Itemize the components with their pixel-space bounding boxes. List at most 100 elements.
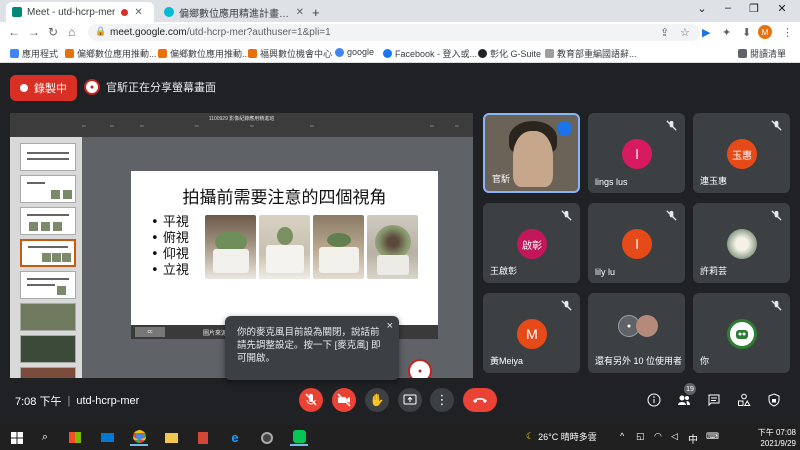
ppt-ribbon-button: ▭ — [455, 123, 459, 128]
slide-thumbnail — [20, 143, 76, 171]
browser-tab-strip: Meet - utd-hcrp-mer ✕ 偏鄉數位應用精進計畫-學習中心 ✕ … — [0, 0, 800, 22]
more-options-button[interactable]: ⋮ — [430, 388, 454, 412]
extensions-icon[interactable]: ✦ — [722, 26, 731, 39]
forward-icon[interactable]: → — [28, 25, 40, 39]
new-tab-button[interactable]: + — [312, 2, 328, 22]
search-icon[interactable]: ⌕ — [36, 429, 54, 446]
others-tile[interactable]: ● 還有另外 10 位使用者 — [588, 293, 685, 373]
camera-off-icon — [337, 393, 351, 407]
meeting-info: 7:08 下午 | utd-hcrp-mer — [15, 393, 139, 409]
apps-grid-icon — [10, 49, 19, 58]
app-icon[interactable] — [258, 429, 276, 446]
bookmark-item[interactable]: 福興數位機會中心 — [248, 47, 332, 60]
mic-toggle-button[interactable] — [299, 388, 323, 412]
chrome-icon[interactable] — [130, 429, 148, 446]
wifi-icon[interactable]: ◠ — [654, 431, 662, 442]
tab-search-icon[interactable]: ⌄ — [692, 2, 712, 15]
ime-indicator[interactable]: 中 — [688, 431, 698, 446]
slide-bullets: • 平視 • 俯視 • 仰視 • 立視 — [151, 215, 189, 279]
share-icon[interactable]: ⇪ — [660, 26, 669, 39]
downloads-icon[interactable]: ⬇ — [742, 26, 751, 39]
participant-tile[interactable]: M 黃Meiya — [483, 293, 580, 373]
participant-name: lings lus — [595, 177, 628, 187]
maximize-icon[interactable]: ❐ — [744, 2, 764, 15]
participant-tile[interactable]: 玉惠 連玉惠 — [693, 113, 790, 193]
reading-list[interactable]: 閱讀清單 — [738, 47, 786, 60]
reload-icon[interactable]: ↻ — [48, 25, 58, 39]
self-tile[interactable]: 你 — [693, 293, 790, 373]
participant-tile[interactable]: 啟彰 王啟彰 — [483, 203, 580, 283]
participant-tile[interactable]: l lily lu — [588, 203, 685, 283]
info-icon — [647, 393, 661, 407]
leave-call-button[interactable] — [463, 388, 497, 412]
tab-learning-center[interactable]: 偏鄉數位應用精進計畫-學習中心 ✕ — [158, 2, 310, 22]
minimize-icon[interactable]: – — [718, 2, 738, 14]
bookmark-item[interactable]: 偏鄉數位應用推動... — [158, 47, 250, 60]
meeting-details-button[interactable] — [645, 391, 663, 409]
keyboard-icon[interactable]: ⌨ — [706, 431, 719, 442]
tab-meet[interactable]: Meet - utd-hcrp-mer ✕ — [6, 2, 154, 22]
weather-moon-icon: ☾ — [526, 431, 535, 441]
tray-expand-icon[interactable]: ^ — [620, 431, 624, 441]
shield-lock-icon — [768, 393, 780, 407]
bookmark-star-icon[interactable]: ☆ — [680, 26, 690, 39]
tab-title: Meet - utd-hcrp-mer — [27, 6, 116, 18]
ppt-ribbon-button: ▭ — [310, 123, 314, 128]
back-icon[interactable]: ← — [8, 25, 20, 39]
mic-off-icon — [771, 210, 782, 221]
bookmark-gsuite[interactable]: 彰化 G-Suite — [478, 47, 541, 60]
site-icon — [65, 49, 74, 58]
site-icon — [158, 49, 167, 58]
slide-thumbnails — [10, 137, 82, 378]
presenter-badge: ● — [408, 359, 432, 378]
bookmark-item[interactable]: 偏鄉數位應用推動... — [65, 47, 157, 60]
slide-thumbnail — [20, 303, 76, 331]
site-favicon-icon — [164, 7, 174, 17]
recording-label: 錄製中 — [34, 83, 67, 95]
raise-hand-button[interactable]: ✋ — [365, 388, 389, 412]
participant-tile[interactable]: l lings lus — [588, 113, 685, 193]
profile-avatar[interactable]: M — [758, 25, 772, 39]
bullet-item: • 平視 — [151, 215, 189, 230]
activities-button[interactable] — [735, 391, 753, 409]
meet-extension-icon[interactable]: ▶ — [702, 26, 710, 39]
recording-button[interactable]: 錄製中 — [10, 75, 77, 101]
tooltip-close-icon[interactable]: × — [387, 320, 393, 332]
windows-taskbar: ⌕ e ☾ 26°C 晴時多雲 ^ ◱ ◠ ◁ 中 ⌨ 下午 07:08 202… — [0, 425, 800, 450]
line-app-icon[interactable] — [290, 429, 308, 446]
home-icon[interactable]: ⌂ — [68, 25, 75, 39]
file-explorer-icon[interactable] — [162, 429, 180, 446]
weather-text: 26°C 晴時多雲 — [538, 432, 597, 442]
mail-icon[interactable] — [98, 429, 116, 446]
close-tab-icon[interactable]: ✕ — [134, 7, 142, 18]
store-icon[interactable] — [66, 429, 84, 446]
menu-kebab-icon[interactable]: ⋮ — [782, 26, 793, 39]
camera-toggle-button[interactable] — [332, 388, 356, 412]
bookmark-google[interactable]: google — [335, 47, 374, 57]
host-controls-button[interactable] — [765, 391, 783, 409]
system-clock[interactable]: 下午 07:08 2021/9/29 — [758, 427, 796, 449]
close-window-icon[interactable]: ✕ — [772, 2, 792, 15]
address-bar[interactable]: 🔒 meet.google.com/utd-hcrp-mer?authuser=… — [88, 24, 700, 41]
participant-tile[interactable]: 許莉芸 — [693, 203, 790, 283]
close-tab-icon[interactable]: ✕ — [296, 7, 304, 18]
app-icon[interactable] — [194, 429, 212, 446]
bookmark-apps[interactable]: 應用程式 — [10, 47, 58, 60]
edge-icon[interactable]: e — [226, 429, 244, 446]
chat-button[interactable] — [705, 391, 723, 409]
mic-off-icon — [666, 120, 677, 131]
mic-off-icon — [561, 300, 572, 311]
volume-icon[interactable]: ◁ — [671, 431, 678, 442]
mic-off-icon — [771, 120, 782, 131]
network-icon[interactable]: ◱ — [636, 431, 645, 442]
bullet-item: • 立視 — [151, 263, 189, 278]
windows-start-icon[interactable] — [8, 429, 26, 446]
participant-avatar: l — [622, 139, 652, 169]
bookmark-facebook[interactable]: Facebook - 登入或... — [383, 47, 477, 60]
weather-widget[interactable]: ☾ 26°C 晴時多雲 — [526, 430, 597, 443]
participant-name: 你 — [700, 356, 710, 366]
present-screen-button[interactable] — [398, 388, 422, 412]
participant-tile-presenter[interactable]: 官馸 — [483, 113, 580, 193]
slide-title: 拍攝前需要注意的四個視角 — [182, 188, 387, 208]
bookmark-dictionary[interactable]: 教育部重編國語辭... — [545, 47, 637, 60]
